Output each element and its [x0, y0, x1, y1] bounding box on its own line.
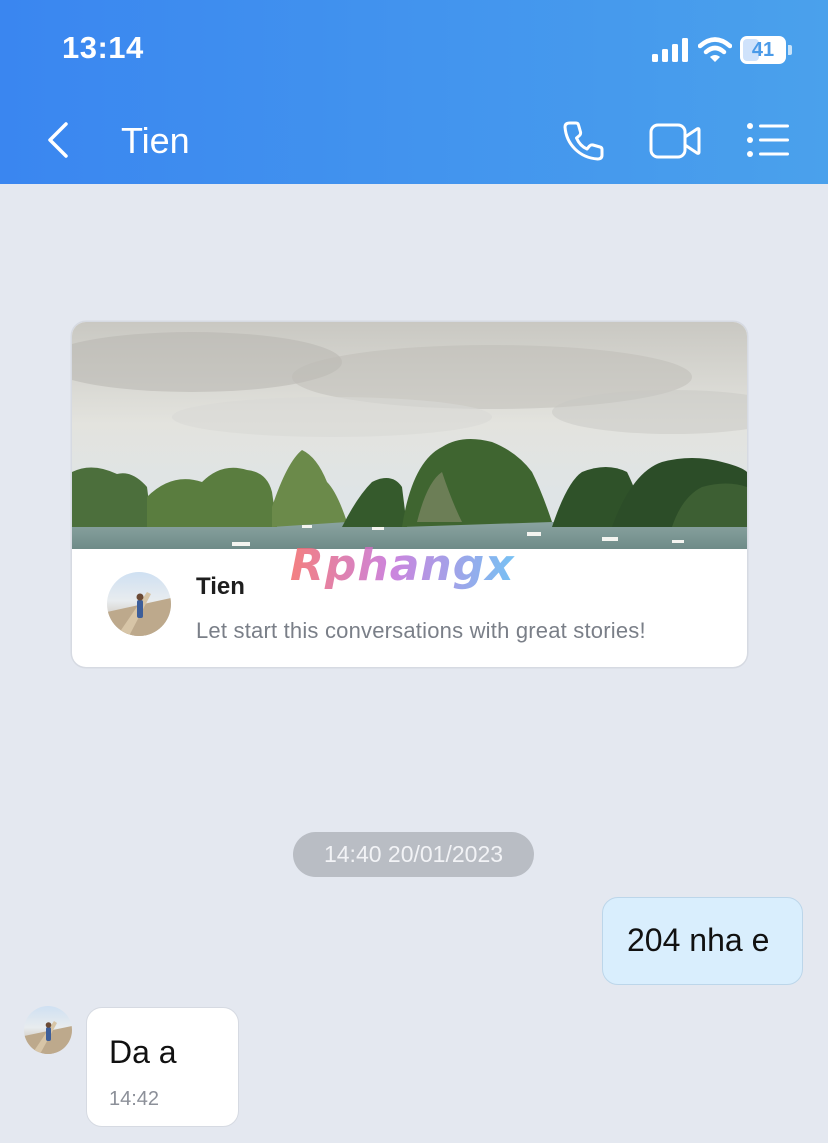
battery-icon: 41	[740, 36, 792, 64]
sender-avatar[interactable]	[24, 1006, 72, 1054]
wifi-icon	[698, 37, 732, 62]
battery-body: 41	[740, 36, 786, 64]
battery-cap	[788, 45, 792, 55]
received-message-bubble[interactable]: Da a 14:42	[86, 1007, 239, 1127]
chat-options-button[interactable]	[745, 120, 791, 160]
received-message-text: Da a	[109, 1034, 177, 1070]
battery-percent: 41	[751, 39, 775, 61]
profile-greeting: Let start this conversations with great …	[196, 618, 646, 643]
back-button[interactable]	[40, 118, 80, 162]
sent-message-text: 204 nha e	[627, 922, 770, 958]
chat-title: Tien	[121, 120, 190, 161]
app-header: 13:14 41 Tien	[0, 0, 828, 184]
voice-call-button[interactable]	[560, 118, 606, 164]
date-separator: 14:40 20/01/2023	[293, 832, 534, 877]
avatar[interactable]	[107, 572, 171, 636]
received-message-time: 14:42	[109, 1088, 160, 1110]
video-call-button[interactable]	[648, 120, 702, 162]
profile-name: Tien	[196, 573, 245, 600]
sent-message-bubble[interactable]: 204 nha e	[602, 897, 803, 985]
phone-icon	[563, 121, 604, 161]
watermark-text: Rphangx	[290, 540, 515, 591]
signal-icon	[652, 38, 688, 62]
list-menu-icon	[747, 123, 789, 157]
status-bar-time: 13:14	[62, 30, 144, 65]
cover-photo	[72, 322, 747, 549]
video-camera-icon	[649, 123, 701, 159]
profile-intro-card[interactable]: Tien Let start this conversations with g…	[72, 322, 747, 667]
back-chevron-icon	[48, 122, 68, 158]
